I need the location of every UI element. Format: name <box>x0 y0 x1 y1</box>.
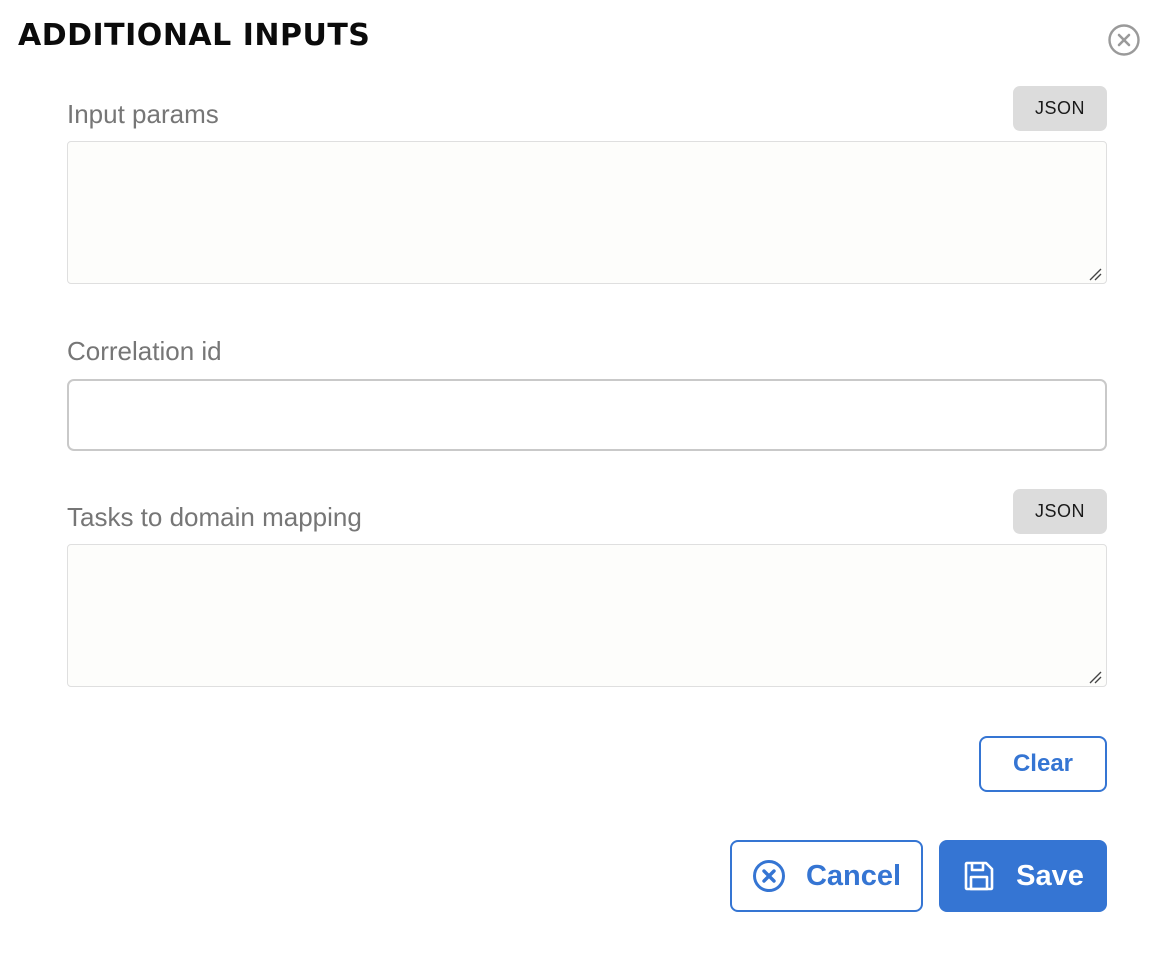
dialog-title: ADDITIONAL INPUTS <box>18 18 371 53</box>
task-to-domain-resize-handle[interactable] <box>1088 670 1102 684</box>
additional-inputs-dialog: ADDITIONAL INPUTS Input params JSON Corr… <box>0 0 1162 954</box>
task-to-domain-label: Tasks to domain mapping <box>67 502 362 532</box>
cancel-button-label: Cancel <box>805 859 902 892</box>
save-button[interactable]: Save <box>939 840 1107 912</box>
save-button-label: Save <box>1016 859 1084 892</box>
correlation-id-label: Correlation id <box>67 336 222 366</box>
input-params-label: Input params <box>67 99 219 129</box>
floppy-disk-icon <box>962 859 996 893</box>
task-to-domain-json-button[interactable]: JSON <box>1013 489 1107 534</box>
task-to-domain-textarea[interactable] <box>67 544 1107 687</box>
input-params-json-button[interactable]: JSON <box>1013 86 1107 131</box>
input-params-textarea[interactable] <box>67 141 1107 284</box>
close-circle-icon <box>752 859 786 893</box>
cancel-button[interactable]: Cancel <box>730 840 923 912</box>
input-params-resize-handle[interactable] <box>1088 267 1102 281</box>
close-circle-icon <box>1108 24 1140 56</box>
correlation-id-input[interactable] <box>67 379 1107 451</box>
clear-button[interactable]: Clear <box>979 736 1107 792</box>
close-dialog-button[interactable] <box>1108 24 1140 56</box>
